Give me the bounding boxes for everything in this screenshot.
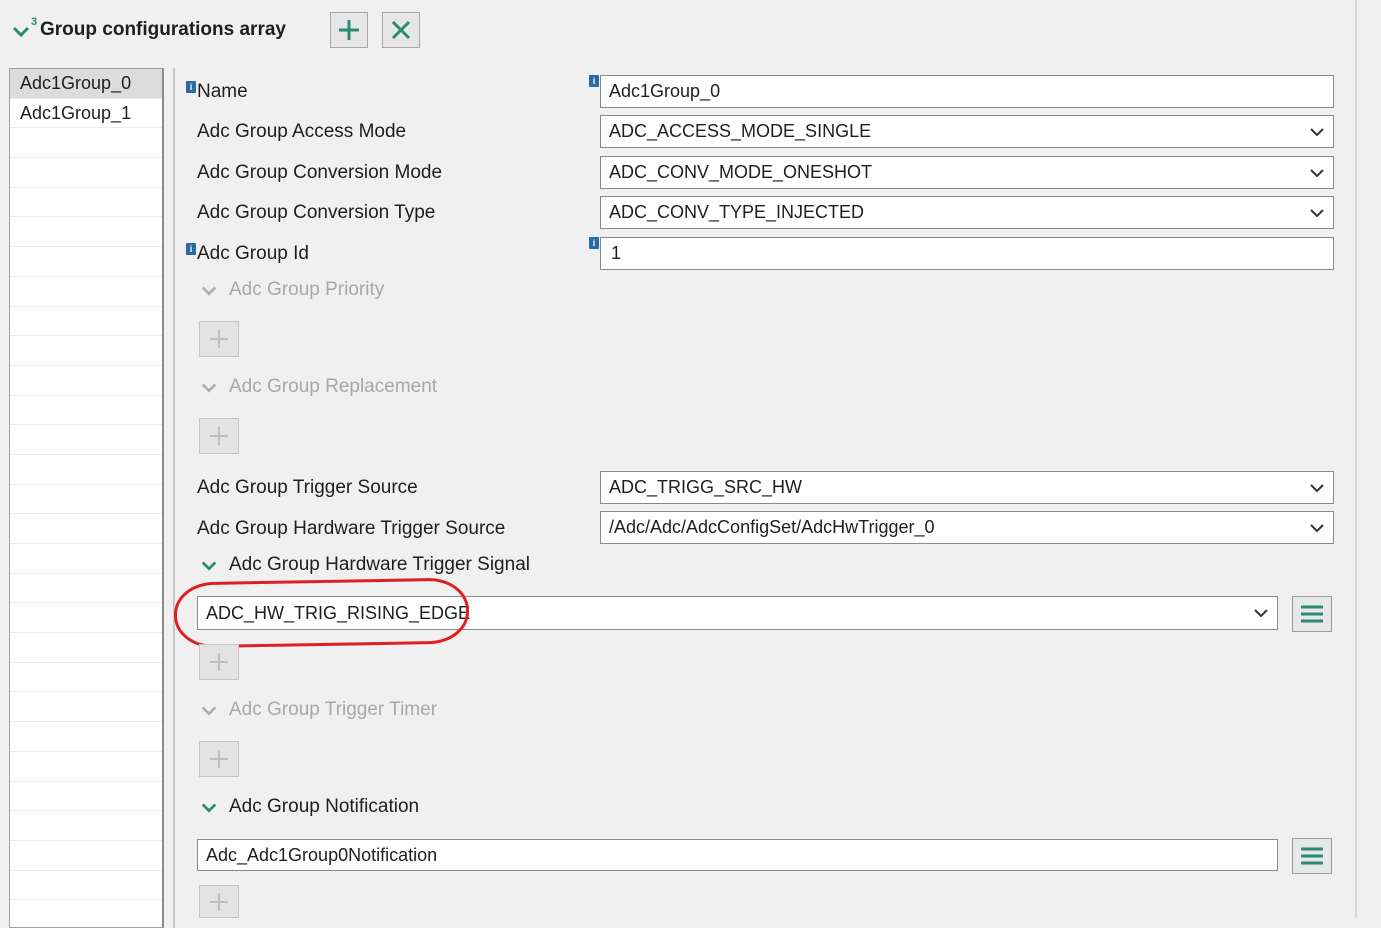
- list-empty-row: [10, 752, 162, 782]
- access-mode-label: Adc Group Access Mode: [197, 121, 407, 142]
- list-empty-row: [10, 128, 162, 159]
- add-notification-button[interactable]: [199, 885, 239, 918]
- conversion-type-label: Adc Group Conversion Type: [197, 202, 436, 223]
- list-empty-row: [10, 633, 162, 663]
- panel-edge: [1355, 0, 1357, 918]
- plus-icon: [210, 750, 228, 768]
- priority-label: Adc Group Priority: [229, 279, 385, 300]
- list-item[interactable]: Adc1Group_1: [10, 99, 162, 129]
- menu-icon: [1301, 605, 1323, 623]
- group-list[interactable]: Adc1Group_0 Adc1Group_1: [9, 68, 164, 928]
- chevron-down-icon: [1310, 483, 1324, 492]
- chevron-down-icon[interactable]: [200, 557, 220, 577]
- list-empty-row: [10, 663, 162, 693]
- list-empty-row: [10, 277, 162, 307]
- list-empty-row: [10, 782, 162, 812]
- list-empty-row: [10, 217, 162, 248]
- plus-icon: [210, 653, 228, 671]
- hw-trigger-source-label: Adc Group Hardware Trigger Source: [197, 518, 506, 539]
- name-label: Name: [197, 81, 248, 102]
- chevron-down-icon[interactable]: [200, 799, 220, 819]
- conversion-type-value: ADC_CONV_TYPE_INJECTED: [609, 202, 865, 222]
- list-empty-row: [10, 603, 162, 634]
- replacement-label: Adc Group Replacement: [229, 376, 438, 397]
- info-icon: i: [589, 237, 599, 249]
- list-empty-row: [10, 514, 162, 544]
- conversion-mode-value: ADC_CONV_MODE_ONESHOT: [609, 162, 873, 182]
- red-highlight-annotation: [173, 577, 470, 649]
- conversion-type-select[interactable]: ADC_CONV_TYPE_INJECTED: [600, 196, 1334, 229]
- list-empty-row: [10, 425, 162, 455]
- chevron-down-icon: [1310, 523, 1324, 532]
- list-empty-row: [10, 574, 162, 604]
- list-empty-row: [10, 841, 162, 871]
- info-icon: i: [186, 243, 196, 255]
- trigger-source-select[interactable]: ADC_TRIGG_SRC_HW: [600, 471, 1334, 504]
- hw-trigger-signal-label: Adc Group Hardware Trigger Signal: [229, 554, 530, 575]
- info-icon: i: [186, 81, 196, 93]
- trigger-source-value: ADC_TRIGG_SRC_HW: [609, 477, 803, 497]
- info-icon: i: [589, 75, 599, 87]
- list-empty-row: [10, 544, 162, 574]
- list-empty-row: [10, 485, 162, 515]
- add-priority-button[interactable]: [199, 321, 239, 357]
- trigger-source-label: Adc Group Trigger Source: [197, 477, 418, 498]
- splitter[interactable]: [173, 68, 175, 928]
- hw-trigger-signal-menu-button[interactable]: [1292, 596, 1332, 632]
- group-id-label: Adc Group Id: [197, 243, 309, 264]
- add-trigger-timer-button[interactable]: [199, 741, 239, 777]
- plus-icon: [339, 20, 359, 40]
- add-trigger-signal-button[interactable]: [199, 644, 239, 680]
- header-badge: 3: [31, 16, 38, 28]
- chevron-down-icon: [1310, 127, 1324, 136]
- list-empty-row: [10, 307, 162, 337]
- group-id-input[interactable]: 1: [600, 237, 1334, 270]
- chevron-down-icon[interactable]: [200, 702, 220, 722]
- list-empty-row: [10, 871, 162, 901]
- list-empty-row: [10, 336, 162, 366]
- plus-icon: [210, 330, 228, 348]
- plus-icon: [210, 427, 228, 445]
- notification-menu-button[interactable]: [1292, 838, 1332, 874]
- section-title: Group configurations array: [40, 19, 286, 40]
- list-empty-row: [10, 158, 162, 188]
- list-empty-row: [10, 366, 162, 396]
- plus-icon: [210, 892, 228, 911]
- close-icon: [391, 20, 411, 40]
- hw-trigger-source-select[interactable]: /Adc/Adc/AdcConfigSet/AdcHwTrigger_0: [600, 511, 1334, 544]
- add-replacement-button[interactable]: [199, 418, 239, 454]
- list-empty-row: [10, 692, 162, 723]
- list-empty-row: [10, 811, 162, 841]
- chevron-down-icon: [1254, 609, 1268, 618]
- chevron-down-icon[interactable]: [200, 379, 220, 399]
- conversion-mode-label: Adc Group Conversion Mode: [197, 162, 443, 183]
- collapse-chevron-icon[interactable]: [11, 22, 31, 42]
- list-empty-row: [10, 188, 162, 218]
- conversion-mode-select[interactable]: ADC_CONV_MODE_ONESHOT: [600, 156, 1334, 189]
- add-group-button[interactable]: [330, 12, 368, 48]
- list-empty-row: [10, 722, 162, 752]
- chevron-down-icon[interactable]: [200, 282, 220, 302]
- list-item[interactable]: Adc1Group_0: [10, 69, 162, 99]
- list-empty-row: [10, 396, 162, 426]
- remove-group-button[interactable]: [382, 12, 420, 48]
- notification-input[interactable]: Adc_Adc1Group0Notification: [197, 839, 1278, 871]
- chevron-down-icon: [1310, 208, 1324, 217]
- chevron-down-icon: [1310, 168, 1324, 177]
- access-mode-select[interactable]: ADC_ACCESS_MODE_SINGLE: [600, 115, 1334, 148]
- menu-icon: [1301, 847, 1323, 865]
- list-empty-row: [10, 247, 162, 277]
- hw-trigger-source-value: /Adc/Adc/AdcConfigSet/AdcHwTrigger_0: [609, 517, 935, 537]
- list-empty-row: [10, 455, 162, 485]
- notification-label: Adc Group Notification: [229, 796, 420, 817]
- trigger-timer-label: Adc Group Trigger Timer: [229, 699, 438, 720]
- access-mode-value: ADC_ACCESS_MODE_SINGLE: [609, 121, 872, 141]
- name-input[interactable]: Adc1Group_0: [600, 75, 1334, 108]
